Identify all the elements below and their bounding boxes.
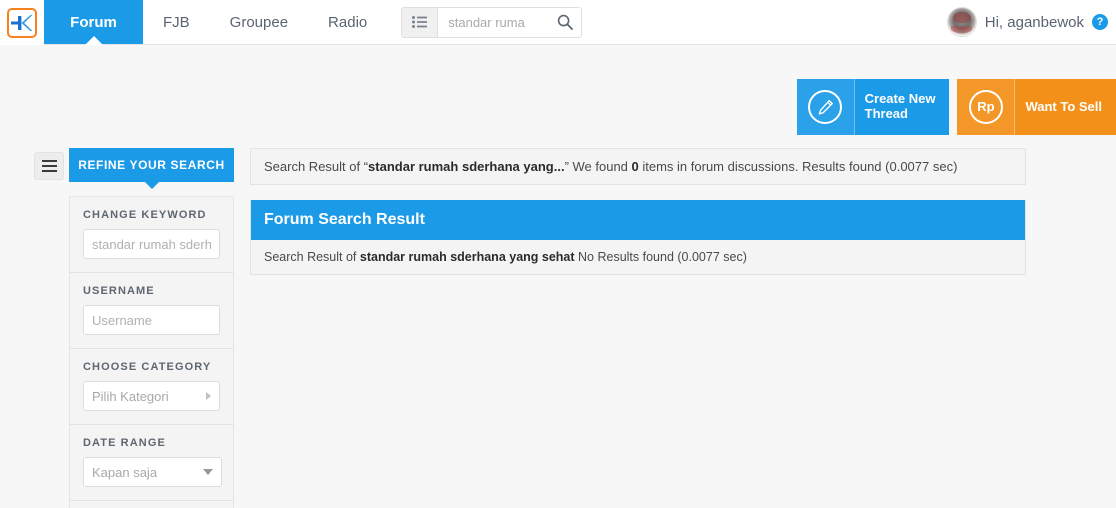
kaskus-k-logo-icon: [7, 7, 37, 38]
caret-down-icon: [144, 182, 159, 189]
page-content: REFINE YOUR SEARCH CHANGE KEYWORD USERNA…: [0, 135, 1116, 508]
result-summary-middle: ” We found: [564, 159, 632, 174]
result-body-suffix: No Results found (0.0077 sec): [574, 250, 747, 264]
keyword-input[interactable]: [83, 229, 220, 259]
filter-date-range: DATE RANGE Kapan saja: [70, 425, 233, 501]
top-navigation-bar: Forum FJB Groupee Radio standar ruma Hi,…: [0, 0, 1116, 45]
user-greeting[interactable]: Hi, aganbewok: [985, 14, 1084, 31]
refine-search-footer: Refine Search: [70, 501, 233, 508]
pencil-icon: [796, 79, 855, 135]
refine-search-header: REFINE YOUR SEARCH: [69, 148, 234, 189]
username-input[interactable]: [83, 305, 220, 335]
filter-choose-category-label: CHOOSE CATEGORY: [83, 361, 212, 373]
chevron-right-icon: [206, 392, 211, 400]
filter-username: USERNAME: [70, 273, 233, 349]
nav-tab-fjb-label: FJB: [163, 13, 190, 31]
rupiah-icon-label: Rp: [968, 90, 1003, 124]
user-avatar[interactable]: [946, 7, 977, 37]
create-new-thread-button[interactable]: Create New Thread: [796, 79, 950, 135]
hamburger-bar: [41, 170, 57, 172]
nav-tab-radio[interactable]: Radio: [308, 0, 387, 44]
rupiah-icon: Rp: [957, 79, 1016, 135]
create-new-thread-label-line2: Thread: [864, 106, 908, 121]
primary-actions-row: Create New Thread Rp Want To Sell: [0, 45, 1116, 135]
forum-search-result-panel: Forum Search Result Search Result of sta…: [250, 200, 1026, 275]
result-summary-suffix: items in forum discussions. Results foun…: [638, 159, 958, 174]
result-summary-prefix: Search Result of “: [264, 159, 369, 174]
date-range-select-value: Kapan saja: [92, 464, 158, 480]
nav-tab-forum[interactable]: Forum: [44, 0, 143, 45]
category-select-value: Pilih Kategori: [92, 388, 169, 404]
chevron-down-icon: [203, 469, 213, 475]
list-menu-icon[interactable]: [401, 6, 438, 38]
hamburger-icon[interactable]: [34, 152, 64, 180]
result-body-prefix: Search Result of: [264, 250, 360, 264]
nav-tab-forum-label: Forum: [70, 13, 117, 31]
nav-tab-radio-label: Radio: [328, 13, 368, 31]
search-icon[interactable]: [557, 14, 574, 30]
result-summary-query: standar rumah sderhana yang...: [368, 159, 565, 174]
filter-change-keyword-label: CHANGE KEYWORD: [83, 209, 207, 221]
site-logo[interactable]: [0, 0, 44, 45]
category-select[interactable]: Pilih Kategori: [83, 381, 220, 411]
create-new-thread-label: Create New Thread: [855, 91, 950, 122]
search-results-main: Search Result of “standar rumah sderhana…: [250, 148, 1026, 275]
search-input[interactable]: [446, 13, 558, 31]
global-search-group: [401, 0, 583, 44]
create-new-thread-label-line1: Create New: [864, 91, 936, 107]
help-question-icon[interactable]: ?: [1092, 14, 1108, 30]
active-tab-caret-icon: [84, 36, 103, 45]
user-area: Hi, aganbewok ?: [946, 0, 1116, 44]
hamburger-bar: [41, 165, 57, 167]
nav-tab-groupee[interactable]: Groupee: [210, 0, 308, 44]
filter-choose-category: CHOOSE CATEGORY Pilih Kategori: [70, 349, 233, 425]
search-field-wrapper: [437, 6, 583, 38]
want-to-sell-label: Want To Sell: [1025, 98, 1102, 114]
filter-date-range-label: DATE RANGE: [83, 437, 166, 449]
filter-change-keyword: CHANGE KEYWORD: [70, 197, 233, 273]
want-to-sell-button[interactable]: Rp Want To Sell: [957, 79, 1116, 135]
hamburger-bar: [41, 160, 57, 162]
result-body-query: standar rumah sderhana yang sehat: [359, 250, 575, 264]
refine-search-sidebar: REFINE YOUR SEARCH CHANGE KEYWORD USERNA…: [69, 148, 234, 508]
nav-tab-groupee-label: Groupee: [229, 13, 289, 31]
date-range-select[interactable]: Kapan saja: [83, 457, 222, 487]
forum-search-result-title: Forum Search Result: [251, 200, 1025, 240]
refine-search-form: CHANGE KEYWORD USERNAME CHOOSE CATEGORY …: [69, 196, 234, 508]
filter-username-label: USERNAME: [83, 285, 155, 297]
forum-search-result-body: Search Result of standar rumah sderhana …: [251, 240, 1025, 274]
result-summary-bar: Search Result of “standar rumah sderhana…: [250, 148, 1026, 185]
nav-tab-fjb[interactable]: FJB: [143, 0, 210, 44]
result-summary-count: 0: [631, 159, 639, 174]
refine-search-header-label: REFINE YOUR SEARCH: [78, 158, 225, 172]
